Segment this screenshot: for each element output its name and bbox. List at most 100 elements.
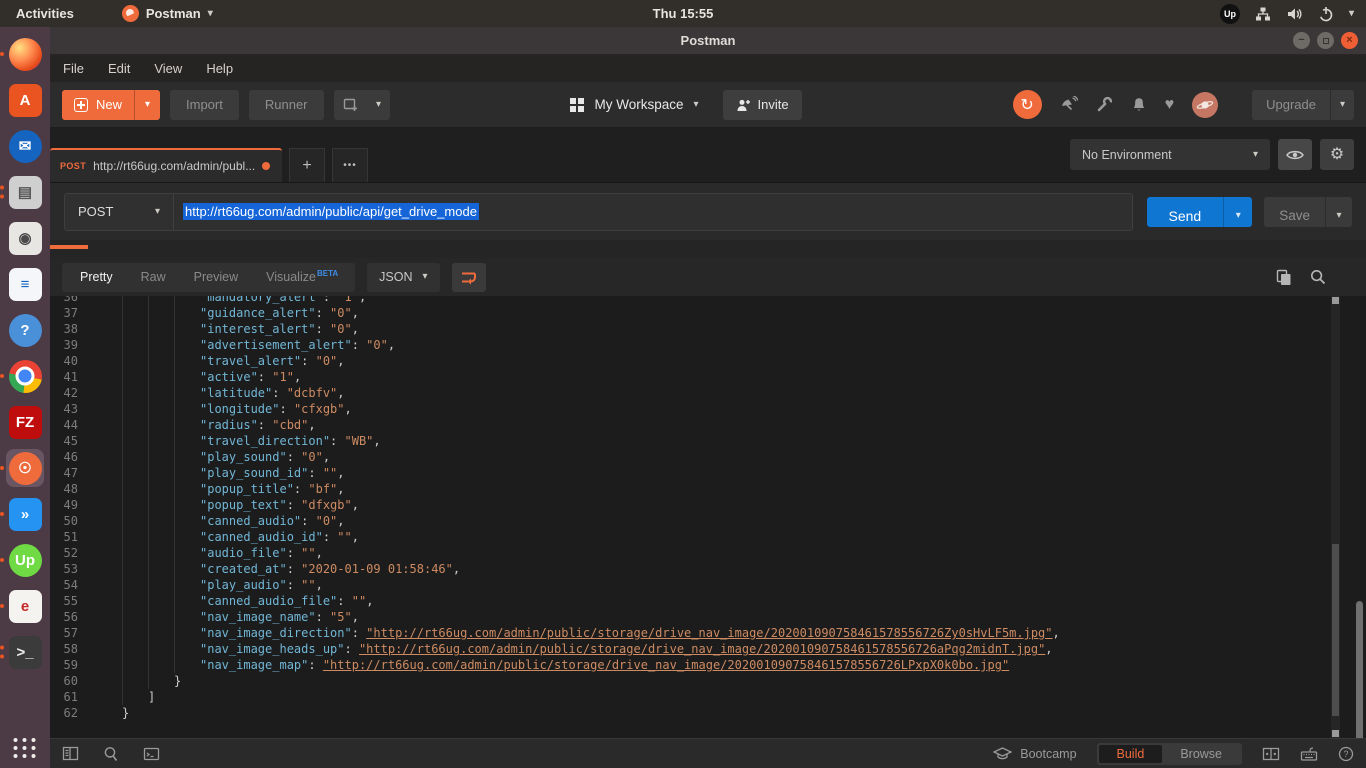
window-scrollbar-thumb[interactable]: [1356, 601, 1363, 738]
two-pane-button[interactable]: [1262, 747, 1280, 761]
menu-item-help[interactable]: Help: [206, 61, 233, 76]
dock-item-ubuntu-software[interactable]: A: [6, 81, 44, 119]
dock-item-vscode[interactable]: »: [6, 495, 44, 533]
console-button[interactable]: [143, 747, 160, 761]
ubuntu-dock: A ✉ ▤ ◉ ≡? FZ ☉ » Up e >_: [0, 27, 50, 768]
browse-toggle[interactable]: Browse: [1162, 745, 1240, 763]
copy-response-button[interactable]: [1276, 269, 1292, 286]
tab-preview[interactable]: Preview: [180, 270, 252, 284]
dock-item-filezilla[interactable]: FZ: [6, 403, 44, 441]
dock-item-upwork[interactable]: Up: [6, 541, 44, 579]
find-button[interactable]: [103, 746, 119, 762]
tab-visualize[interactable]: VisualizeBETA: [252, 270, 351, 284]
wrench-icon[interactable]: [1096, 96, 1113, 113]
runner-button[interactable]: Runner: [249, 90, 324, 120]
sync-button[interactable]: ↻: [1013, 90, 1042, 119]
code-line: 62}: [50, 705, 1326, 721]
new-tab-button[interactable]: +: [289, 148, 325, 182]
tab-pretty[interactable]: Pretty: [66, 270, 127, 284]
json-link-value[interactable]: "http://rt66ug.com/admin/public/storage/…: [359, 641, 1045, 657]
caret-down-icon[interactable]: ▾: [376, 100, 381, 110]
dock-item-terminal[interactable]: >_: [6, 633, 44, 671]
line-number: 42: [50, 385, 90, 401]
build-toggle[interactable]: Build: [1099, 745, 1163, 763]
dock-item-thunderbird[interactable]: ✉: [6, 127, 44, 165]
caret-down-icon[interactable]: ▾: [1340, 100, 1345, 110]
dock-item-chrome[interactable]: [6, 357, 44, 395]
line-number: 49: [50, 497, 90, 513]
send-button[interactable]: Send ▾: [1147, 197, 1253, 227]
json-value: "1": [272, 369, 294, 385]
new-window-button[interactable]: ▾: [334, 90, 390, 120]
upgrade-button[interactable]: Upgrade ▾: [1252, 90, 1354, 120]
invite-button[interactable]: Invite: [723, 90, 802, 120]
json-link-value[interactable]: "http://rt66ug.com/admin/public/storage/…: [323, 657, 1009, 673]
caret-down-icon[interactable]: ▾: [1349, 9, 1354, 19]
new-button[interactable]: New ▾: [62, 90, 160, 120]
postman-icon: [122, 5, 139, 22]
shortcuts-button[interactable]: [1300, 747, 1318, 761]
heart-icon[interactable]: ♥: [1165, 96, 1175, 114]
files-icon: ▤: [9, 176, 42, 209]
line-number: 52: [50, 545, 90, 561]
dock-item-files[interactable]: ▤: [6, 173, 44, 211]
environment-quick-look-button[interactable]: [1278, 139, 1312, 170]
dock-item-firefox[interactable]: [6, 35, 44, 73]
dock-item-postman[interactable]: ☉: [6, 449, 44, 487]
menu-item-view[interactable]: View: [154, 61, 182, 76]
json-link-value[interactable]: "http://rt66ug.com/admin/public/storage/…: [366, 625, 1052, 641]
url-input[interactable]: http://rt66ug.com/admin/public/api/get_d…: [174, 193, 1133, 231]
caret-down-icon[interactable]: ▾: [1236, 211, 1241, 221]
window-scrollbar[interactable]: [1356, 531, 1363, 706]
search-response-button[interactable]: [1310, 269, 1326, 285]
dock-item-drawing-app[interactable]: e: [6, 587, 44, 625]
user-avatar[interactable]: [1192, 92, 1218, 118]
dock-item-music-player[interactable]: ◉: [6, 219, 44, 257]
environment-selector[interactable]: No Environment ▾: [1070, 139, 1270, 170]
caret-down-icon[interactable]: ▾: [694, 100, 699, 110]
json-key: "active": [200, 369, 258, 385]
power-icon[interactable]: [1318, 6, 1334, 22]
toggle-sidebar-button[interactable]: [62, 746, 79, 761]
show-applications-button[interactable]: [14, 738, 37, 758]
workspace-grid-icon[interactable]: [570, 98, 584, 112]
request-tab[interactable]: POST http://rt66ug.com/admin/publ...: [50, 148, 282, 182]
drawing-app-icon: e: [9, 590, 42, 623]
workspace-selector[interactable]: My Workspace: [594, 97, 683, 112]
code-line: 39"advertisement_alert": "0",: [50, 337, 1326, 353]
save-button[interactable]: Save ▾: [1264, 197, 1352, 227]
import-button[interactable]: Import: [170, 90, 239, 120]
app-menu[interactable]: Postman ▾: [122, 5, 213, 22]
tab-raw[interactable]: Raw: [127, 270, 180, 284]
menu-item-edit[interactable]: Edit: [108, 61, 130, 76]
question-icon: ?: [1338, 746, 1354, 762]
caret-down-icon[interactable]: ▾: [145, 100, 150, 110]
tab-options-button[interactable]: •••: [332, 148, 368, 182]
network-icon[interactable]: [1255, 6, 1271, 22]
upwork-tray-icon[interactable]: Up: [1220, 4, 1240, 24]
line-number: 45: [50, 433, 90, 449]
maximize-button[interactable]: [1317, 32, 1334, 49]
minimize-button[interactable]: −: [1293, 32, 1310, 49]
close-button[interactable]: ×: [1341, 32, 1358, 49]
dock-item-libreoffice-writer[interactable]: ≡: [6, 265, 44, 303]
dock-item-help[interactable]: ?: [6, 311, 44, 349]
response-format-selector[interactable]: JSON ▾: [367, 263, 439, 292]
satellite-icon[interactable]: [1060, 96, 1078, 113]
settings-button[interactable]: ⚙: [1320, 139, 1354, 170]
response-body-viewer[interactable]: 36"mandatory_alert": "1",37"guidance_ale…: [50, 296, 1366, 738]
code-scrollbar[interactable]: [1331, 296, 1340, 738]
caret-down-icon[interactable]: ▾: [1336, 211, 1341, 221]
method-selector[interactable]: POST ▾: [64, 193, 174, 231]
bootcamp-button[interactable]: Bootcamp: [993, 747, 1076, 761]
wrap-lines-button[interactable]: [452, 263, 486, 292]
copy-icon: [1276, 269, 1292, 286]
clock[interactable]: Thu 15:55: [653, 6, 714, 21]
bell-icon[interactable]: [1131, 96, 1147, 113]
code-scrollbar-thumb[interactable]: [1332, 544, 1339, 716]
help-button[interactable]: ?: [1338, 746, 1354, 762]
activities-button[interactable]: Activities: [16, 6, 74, 21]
volume-icon[interactable]: [1286, 6, 1303, 22]
menu-item-file[interactable]: File: [63, 61, 84, 76]
json-key: "guidance_alert": [200, 305, 316, 321]
